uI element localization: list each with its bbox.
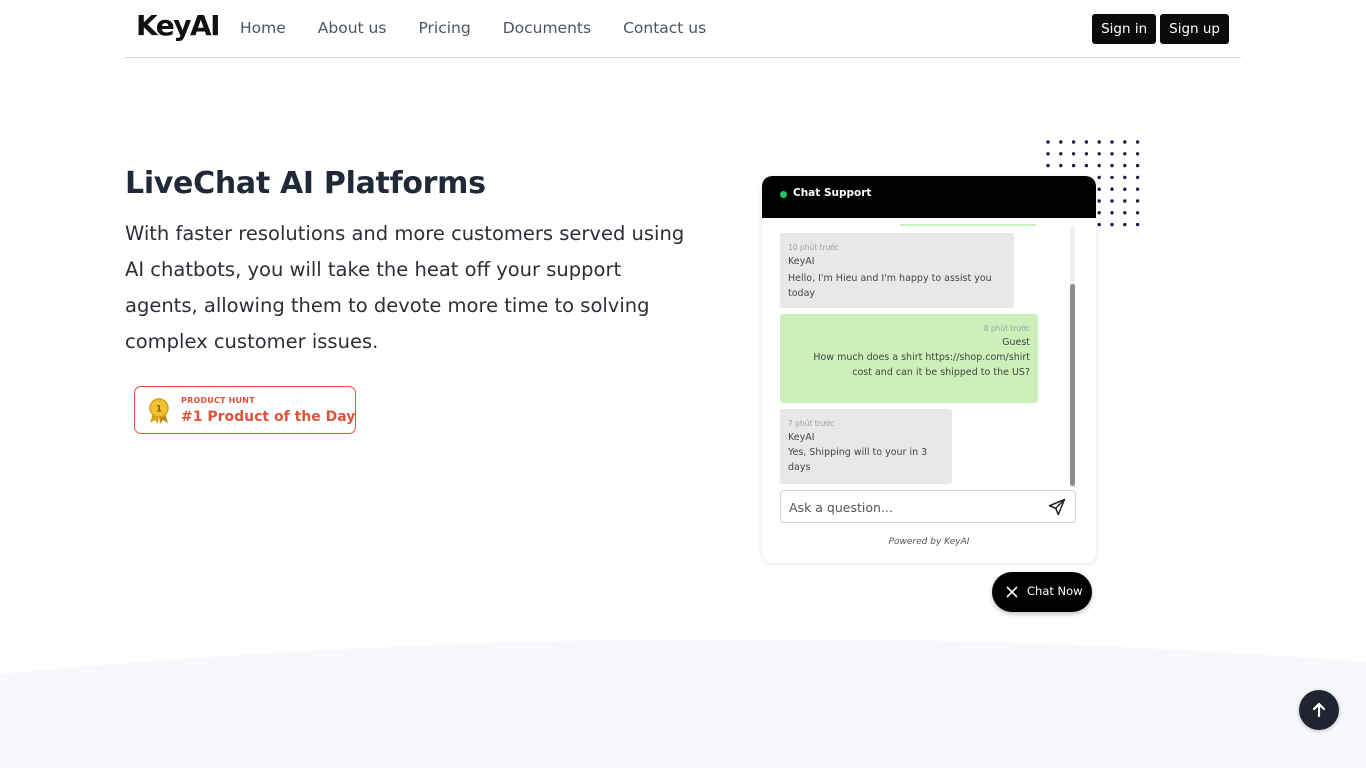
hero-title: LiveChat AI Platforms	[125, 166, 486, 201]
send-icon[interactable]	[1047, 497, 1067, 517]
decorative-dot	[1123, 140, 1127, 144]
nav-links: Home About us Pricing Documents Contact …	[240, 19, 738, 37]
decorative-dot	[1135, 187, 1140, 191]
scroll-to-top-button[interactable]	[1299, 690, 1339, 730]
decorative-dot	[1084, 140, 1089, 144]
decorative-dot	[1097, 211, 1101, 215]
decorative-dot	[1097, 140, 1101, 144]
decorative-dot	[1110, 211, 1114, 215]
auth-buttons: Sign in Sign up	[1092, 14, 1229, 44]
decorative-dot	[1123, 199, 1127, 203]
chat-now-label: Chat Now	[1027, 584, 1083, 598]
decorative-dot	[1110, 199, 1114, 203]
decorative-dot	[1123, 163, 1127, 168]
decorative-dot	[1110, 187, 1114, 191]
chat-title: Chat Support	[793, 187, 872, 199]
close-icon	[1006, 586, 1018, 598]
decorative-dot	[1097, 222, 1101, 227]
decorative-dot	[1071, 140, 1076, 144]
decorative-dot	[1123, 222, 1127, 227]
decorative-dot	[1097, 175, 1101, 180]
decorative-dot	[1123, 211, 1127, 215]
message-sender: KeyAI	[788, 256, 815, 267]
decorative-dot	[1110, 222, 1114, 227]
message-text: Hello, I'm Hieu and I'm happy to assist …	[788, 273, 992, 299]
chat-message-user: 8 phút trước Guest How much does a shirt…	[780, 314, 1038, 403]
message-text: How much does a shirt https://shop.com/s…	[813, 352, 1030, 378]
online-status-dot	[780, 191, 787, 198]
decorative-dot	[1071, 163, 1076, 168]
decorative-dot	[1097, 187, 1101, 191]
chat-widget: Chat Support 10 phút trước KeyAI Hello, …	[762, 176, 1096, 563]
sign-up-button[interactable]: Sign up	[1160, 14, 1229, 44]
message-time: 7 phút trước	[788, 419, 835, 428]
divider	[900, 224, 1036, 226]
decorative-dot	[1123, 152, 1127, 156]
chat-header: Chat Support	[762, 176, 1096, 218]
hero-description: With faster resolutions and more custome…	[125, 222, 685, 353]
decorative-dot	[1097, 152, 1101, 156]
chat-message-bot: 7 phút trước KeyAI Yes, Shipping will to…	[780, 409, 952, 484]
decorative-dot	[1110, 175, 1114, 180]
chat-now-button[interactable]: Chat Now	[992, 572, 1092, 612]
decorative-dot	[1110, 163, 1114, 168]
message-sender: Guest	[1002, 337, 1030, 348]
decorative-dot	[1135, 211, 1140, 215]
sign-in-button[interactable]: Sign in	[1092, 14, 1157, 44]
decorative-dot	[1110, 152, 1114, 156]
arrow-up-icon	[1312, 702, 1326, 718]
decorative-dot	[1110, 140, 1114, 144]
decorative-dot	[1135, 175, 1140, 180]
background-wave	[0, 640, 1366, 768]
nav-documents[interactable]: Documents	[503, 19, 591, 37]
medal-icon: 1	[149, 398, 169, 424]
decorative-dot	[1135, 163, 1140, 168]
nav-contact-us[interactable]: Contact us	[623, 19, 706, 37]
decorative-dot	[1097, 199, 1101, 203]
chat-input[interactable]	[789, 498, 1039, 516]
chat-message-bot: 10 phút trước KeyAI Hello, I'm Hieu and …	[780, 233, 1014, 308]
decorative-dot	[1123, 187, 1127, 191]
decorative-dot	[1084, 152, 1089, 156]
decorative-dot	[1046, 163, 1050, 168]
message-sender: KeyAI	[788, 432, 815, 443]
scrollbar-thumb[interactable]	[1070, 284, 1075, 486]
message-time: 8 phút trước	[983, 324, 1030, 333]
badge-caption: PRODUCT HUNT	[181, 396, 255, 405]
decorative-dot	[1046, 140, 1050, 144]
decorative-dot	[1123, 175, 1127, 180]
decorative-dot	[1135, 140, 1140, 144]
decorative-dot	[1059, 163, 1063, 168]
decorative-dot	[1059, 152, 1063, 156]
decorative-dot	[1046, 152, 1050, 156]
decorative-dot	[1135, 152, 1140, 156]
nav-home[interactable]: Home	[240, 19, 286, 37]
decorative-dot	[1097, 163, 1101, 168]
decorative-dot	[1059, 140, 1063, 144]
powered-by: Powered by KeyAI	[888, 537, 970, 547]
message-text: Yes, Shipping will to your in 3 days	[788, 447, 928, 473]
decorative-dot	[1084, 163, 1089, 168]
logo[interactable]: KeyAI	[136, 9, 221, 42]
decorative-dot	[1135, 222, 1140, 227]
chat-input-box	[780, 490, 1076, 523]
product-hunt-badge[interactable]: 1 PRODUCT HUNT #1 Product of the Day	[134, 386, 356, 434]
badge-title: #1 Product of the Day	[181, 409, 356, 425]
medal-number: 1	[156, 405, 162, 415]
decorative-dot	[1135, 199, 1140, 203]
nav-pricing[interactable]: Pricing	[418, 19, 470, 37]
top-navbar: KeyAI Home About us Pricing Documents Co…	[125, 0, 1241, 58]
message-time: 10 phút trước	[788, 243, 840, 252]
decorative-dot	[1071, 152, 1076, 156]
nav-about-us[interactable]: About us	[318, 19, 387, 37]
